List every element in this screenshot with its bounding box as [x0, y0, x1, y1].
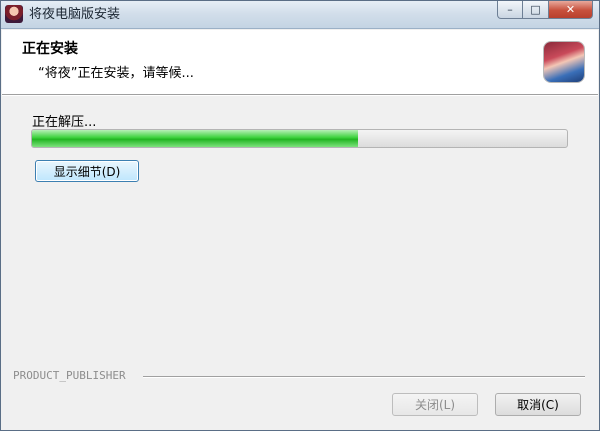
window-title: 将夜电脑版安装 [29, 7, 121, 22]
close-window-button[interactable]: ✕ [549, 1, 593, 19]
install-progress-bar [31, 129, 568, 148]
header-subtitle: “将夜”正在安装，请等候... [38, 66, 194, 81]
install-status-text: 正在解压... [32, 115, 97, 130]
cancel-button[interactable]: 取消(C) [495, 393, 581, 416]
maximize-button[interactable]: □ [523, 1, 549, 19]
progress-fill [32, 130, 359, 147]
app-icon[interactable] [5, 5, 23, 23]
footer-divider [143, 376, 585, 378]
game-character-logo-icon [544, 42, 584, 82]
header-divider [2, 94, 598, 96]
title-bar[interactable]: 将夜电脑版安装 – □ ✕ [1, 1, 599, 29]
minimize-button[interactable]: – [497, 1, 523, 19]
close-button[interactable]: 关闭(L) [392, 393, 478, 416]
installer-window: 将夜电脑版安装 – □ ✕ 正在安装 “将夜”正在安装，请等候... 正在解压.… [0, 0, 600, 431]
show-details-button[interactable]: 显示细节(D) [35, 160, 139, 182]
header-panel: 正在安装 “将夜”正在安装，请等候... [2, 30, 598, 94]
header-title: 正在安装 [22, 41, 78, 57]
publisher-label: PRODUCT_PUBLISHER [13, 369, 126, 382]
caption-buttons: – □ ✕ [497, 1, 593, 20]
